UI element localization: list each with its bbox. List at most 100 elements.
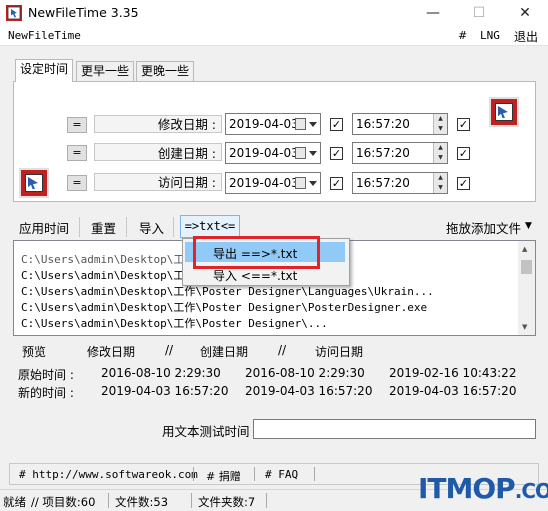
watermark-brand: ITMOP (418, 472, 516, 505)
preview-header-modified: 修改日期 (87, 345, 136, 359)
link-divider (193, 467, 194, 481)
original-modified: 2016-08-10 2:29:30 (101, 366, 221, 380)
spin-down-icon[interactable]: ▼ (433, 124, 447, 134)
created-time-checkbox[interactable]: ✓ (457, 147, 470, 160)
chevron-down-icon[interactable]: ▼ (525, 221, 532, 231)
created-date-picker[interactable]: 2019-04-03 (225, 142, 321, 164)
list-item[interactable]: C:\Users\admin\Desktop\工作\Poster Designe… (21, 299, 427, 315)
title-bar: NewFileTime 3.35 — ☐ ✕ (0, 0, 548, 26)
preview-header: 预览 (22, 345, 47, 359)
import-txt-item[interactable]: 导入 <==*.txt (213, 267, 297, 284)
new-time-label: 新的时间 : (18, 386, 74, 400)
maximize-button[interactable]: ☐ (456, 0, 502, 26)
menu-newfiletime[interactable]: NewFileTime (8, 29, 81, 42)
chevron-down-icon (309, 122, 317, 127)
app-logo-icon (489, 97, 519, 127)
accessed-date-value: 2019-04-03 (229, 176, 299, 190)
link-divider (314, 467, 315, 481)
status-divider (108, 493, 109, 508)
scroll-down-icon[interactable]: ▼ (522, 323, 527, 331)
preview-header-sep: // (165, 343, 174, 357)
created-date-checkbox[interactable]: ✓ (330, 147, 343, 160)
tab-set-time[interactable]: 设定时间 (15, 59, 74, 82)
preview-header-created: 创建日期 (200, 345, 249, 359)
status-folder-count: 文件夹数:7 (198, 495, 256, 509)
created-label: 创建日期 : (157, 146, 216, 161)
faq-link[interactable]: # FAQ (265, 468, 298, 481)
status-file-count: 文件数:53 (115, 495, 169, 509)
link-divider (254, 467, 255, 481)
preview-header-accessed: 访问日期 (315, 345, 364, 359)
spin-up-icon[interactable]: ▲ (433, 143, 447, 153)
scrollbar-thumb[interactable] (521, 260, 532, 274)
calendar-icon (295, 177, 306, 189)
scroll-up-icon[interactable]: ▲ (522, 245, 527, 253)
apply-time-button[interactable]: 应用时间 (19, 218, 69, 237)
created-time-value: 16:57:20 (356, 146, 410, 160)
created-date-value: 2019-04-03 (229, 146, 299, 160)
calendar-icon (295, 118, 306, 130)
drag-add-files-button[interactable]: 拖放添加文件 (446, 218, 521, 237)
window-title: NewFileTime 3.35 (28, 5, 139, 20)
menu-language[interactable]: LNG (480, 29, 500, 42)
import-button[interactable]: 导入 (139, 218, 164, 237)
status-divider (266, 493, 267, 508)
accessed-date-picker[interactable]: 2019-04-03 (225, 172, 321, 194)
new-accessed: 2019-04-03 16:57:20 (389, 384, 517, 398)
site-watermark: ITMOP.COM (418, 472, 548, 505)
toolbar-divider (126, 217, 127, 237)
accessed-time-value: 16:57:20 (356, 176, 410, 190)
tab-earlier[interactable]: 更早一些 (76, 61, 135, 81)
created-time-field[interactable]: 16:57:20 ▲ ▼ (352, 142, 448, 164)
spin-down-icon[interactable]: ▼ (433, 153, 447, 163)
menu-bar: NewFileTime # LNG 退出 (0, 26, 548, 46)
list-scrollbar[interactable]: ▲ ▼ (518, 241, 535, 335)
accessed-time-field[interactable]: 16:57:20 ▲ ▼ (352, 172, 448, 194)
modified-eq-button[interactable]: = (67, 117, 87, 133)
close-button[interactable]: ✕ (502, 0, 548, 26)
chevron-down-icon (309, 181, 317, 186)
chevron-down-icon (309, 151, 317, 156)
status-state: 就绪 (3, 495, 26, 509)
tab-panel: = 修改日期 : 2019-04-03 ✓ 16:57:20 ▲ ▼ ✓ = 创… (13, 81, 536, 202)
modified-time-value: 16:57:20 (356, 117, 410, 131)
toolbar-divider (79, 217, 80, 237)
created-eq-button[interactable]: = (67, 145, 87, 161)
spin-down-icon[interactable]: ▼ (433, 183, 447, 193)
accessed-date-checkbox[interactable]: ✓ (330, 177, 343, 190)
calendar-icon (295, 147, 306, 159)
accessed-time-checkbox[interactable]: ✓ (457, 177, 470, 190)
modified-date-checkbox[interactable]: ✓ (330, 118, 343, 131)
txt-menu-button[interactable]: =>txt<= (180, 215, 240, 238)
accessed-label: 访问日期 : (157, 175, 216, 190)
original-time-label: 原始时间 : (18, 368, 74, 382)
original-created: 2016-08-10 2:29:30 (245, 366, 365, 380)
donate-link[interactable]: # 捐赠 (206, 468, 241, 484)
status-item-count: // 项目数:60 (31, 495, 96, 509)
modified-time-checkbox[interactable]: ✓ (457, 118, 470, 131)
modified-time-field[interactable]: 16:57:20 ▲ ▼ (352, 113, 448, 135)
preview-header-sep: // (278, 343, 287, 357)
app-icon (6, 5, 22, 21)
modified-date-picker[interactable]: 2019-04-03 (225, 113, 321, 135)
spin-up-icon[interactable]: ▲ (433, 114, 447, 124)
tab-later[interactable]: 更晚一些 (136, 61, 195, 81)
menu-exit[interactable]: 退出 (514, 28, 538, 45)
test-time-input[interactable] (253, 419, 536, 439)
reset-button[interactable]: 重置 (91, 218, 116, 237)
toolbar-divider (173, 217, 174, 237)
accessed-eq-button[interactable]: = (67, 175, 87, 191)
website-link[interactable]: # http://www.softwareok.com (19, 468, 198, 481)
new-modified: 2019-04-03 16:57:20 (101, 384, 229, 398)
minimize-button[interactable]: — (410, 0, 456, 26)
test-time-label: 用文本测试时间 (162, 424, 250, 439)
spin-up-icon[interactable]: ▲ (433, 173, 447, 183)
watermark-tld: .COM (514, 479, 548, 503)
app-logo-icon (19, 168, 49, 198)
menu-hash[interactable]: # (458, 29, 467, 42)
new-created: 2019-04-03 16:57:20 (245, 384, 373, 398)
original-accessed: 2019-02-16 10:43:22 (389, 366, 517, 380)
list-item[interactable]: C:\Users\admin\Desktop\工作\Poster Designe… (21, 315, 328, 331)
modified-date-value: 2019-04-03 (229, 117, 299, 131)
modified-label: 修改日期 : (157, 117, 216, 132)
